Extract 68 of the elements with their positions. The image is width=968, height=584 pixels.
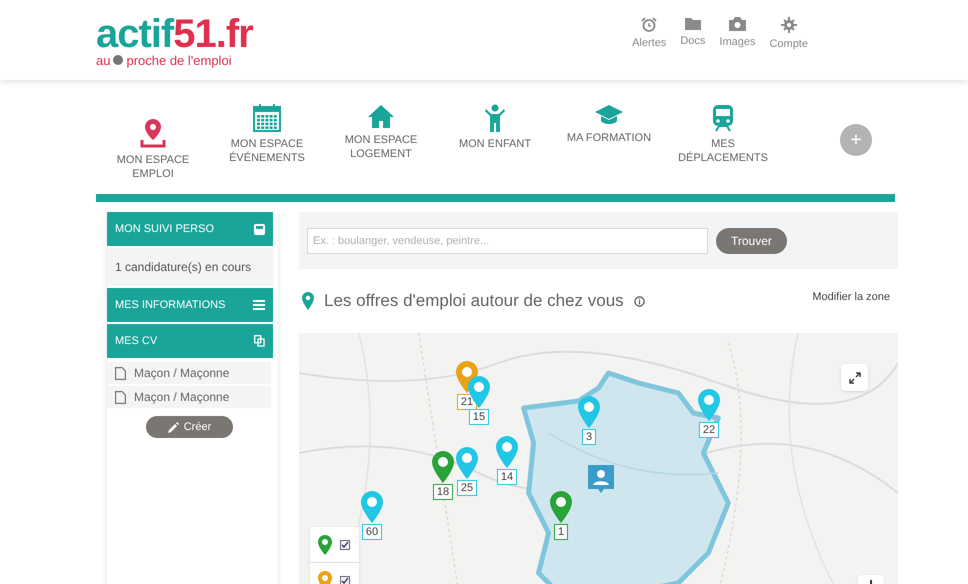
nav-tab[interactable]: MA FORMATION bbox=[552, 104, 666, 145]
create-button[interactable]: Créer bbox=[146, 416, 234, 438]
map[interactable]: 21 15 3 22 14 18 25 60 1 bbox=[299, 333, 898, 584]
list-icon bbox=[253, 300, 265, 310]
document-icon bbox=[115, 390, 126, 404]
header-tool-button[interactable]: Images bbox=[719, 17, 756, 53]
map-marker-icon[interactable] bbox=[456, 447, 478, 479]
map-marker-icon[interactable] bbox=[496, 436, 518, 468]
graduation-cap-icon bbox=[595, 104, 623, 126]
section-title: MES INFORMATIONS bbox=[115, 298, 226, 313]
legend-checkbox[interactable] bbox=[340, 576, 350, 584]
house-icon bbox=[367, 104, 395, 128]
location-pin-icon bbox=[140, 118, 166, 148]
header-tool-button[interactable]: Alertes bbox=[632, 17, 666, 53]
sidebar-section-header[interactable]: MON SUIVI PERSO bbox=[107, 212, 273, 246]
cv-title: Maçon / Maçonne bbox=[134, 365, 230, 382]
site-logo[interactable]: actif51.fr au proche de l'emploi bbox=[96, 14, 253, 66]
train-icon bbox=[712, 104, 734, 132]
info-icon bbox=[634, 296, 645, 306]
search-field[interactable]: Ex. : boulanger, vendeuse, peintre... bbox=[307, 228, 708, 254]
folder-icon bbox=[684, 17, 701, 30]
nav-tab[interactable]: MON ENFANT bbox=[438, 104, 552, 151]
marker-count: 3 bbox=[582, 429, 596, 445]
nav-tab[interactable]: MES DÉPLACEMENTS bbox=[666, 104, 780, 165]
map-marker-icon[interactable] bbox=[578, 396, 600, 428]
map-marker-icon[interactable] bbox=[361, 491, 383, 523]
marker-count: 25 bbox=[456, 480, 478, 496]
child-icon bbox=[485, 104, 505, 132]
marker-count: 1 bbox=[554, 524, 568, 540]
nav-tab[interactable]: MON ESPACE LOGEMENT bbox=[324, 104, 438, 161]
settings-icon bbox=[780, 17, 797, 34]
sidebar-section-header[interactable]: MES CV bbox=[107, 324, 273, 358]
modify-zone-link[interactable]: Modifier la zone bbox=[812, 288, 890, 306]
fullscreen-button[interactable] bbox=[841, 364, 868, 391]
document-icon bbox=[115, 366, 126, 380]
search-button[interactable]: Trouver bbox=[716, 228, 787, 254]
section-title: MES CV bbox=[115, 334, 158, 349]
pencil-icon bbox=[168, 422, 179, 432]
application-count: 1 candidature(s) en cours bbox=[107, 248, 273, 286]
user-location-icon bbox=[588, 465, 614, 493]
map-marker-icon[interactable] bbox=[698, 389, 720, 421]
copy-icon bbox=[254, 335, 265, 347]
nav-tab[interactable]: MON ESPACE ÉVÉNEMENTS bbox=[210, 104, 324, 165]
camera-icon bbox=[728, 17, 746, 32]
header-tool-button[interactable]: Compte bbox=[769, 17, 808, 53]
nav-tab[interactable]: MON ESPACE EMPLOI bbox=[96, 104, 210, 181]
marker-count: 22 bbox=[698, 422, 720, 438]
calendar-icon bbox=[253, 104, 281, 132]
map-marker-icon[interactable] bbox=[432, 451, 454, 483]
cv-title: Maçon / Maçonne bbox=[134, 389, 230, 406]
map-marker-icon[interactable] bbox=[550, 491, 572, 523]
location-pin-icon bbox=[302, 292, 314, 310]
alarm-clock-icon bbox=[641, 17, 658, 32]
inbox-icon bbox=[254, 224, 265, 234]
header-tool-button[interactable]: Docs bbox=[680, 17, 706, 53]
checkmark-icon bbox=[341, 540, 349, 548]
marker-count: 18 bbox=[432, 484, 454, 500]
section-title: MON SUIVI PERSO bbox=[115, 222, 214, 237]
cv-item[interactable]: Maçon / Maçonne bbox=[107, 362, 271, 384]
legend-checkbox[interactable] bbox=[340, 540, 350, 550]
section-heading: Les offres d'emploi autour de chez vous bbox=[324, 290, 624, 312]
marker-count: 15 bbox=[468, 409, 490, 425]
cv-item[interactable]: Maçon / Maçonne bbox=[107, 386, 271, 408]
checkmark-icon bbox=[341, 576, 349, 584]
expand-icon bbox=[848, 372, 860, 384]
sidebar-section-header[interactable]: MES INFORMATIONS bbox=[107, 288, 273, 322]
marker-count: 14 bbox=[496, 469, 518, 485]
marker-count: 60 bbox=[362, 524, 382, 540]
